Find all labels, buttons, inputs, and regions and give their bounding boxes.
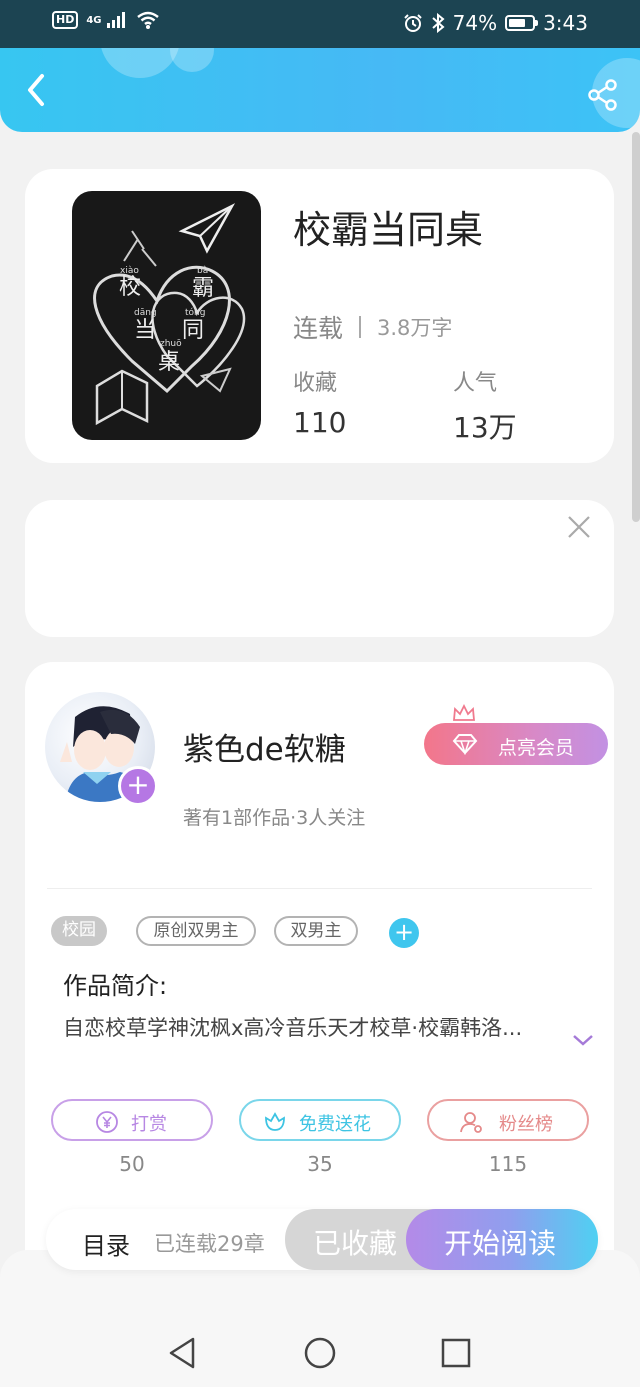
cover-pinyin: tóng bbox=[185, 307, 205, 318]
read-action-bar: 目录 已连载29章 已收藏 开始阅读 bbox=[46, 1209, 598, 1270]
cover-char: 霸 bbox=[192, 276, 214, 301]
cover-pinyin: dāng bbox=[134, 308, 157, 318]
cover-char: 校 bbox=[119, 275, 141, 300]
bluetooth-icon bbox=[431, 13, 445, 33]
tag-campus[interactable]: 校园 bbox=[51, 916, 107, 946]
cover-pinyin: zhuō bbox=[160, 339, 182, 349]
status-bar: HD 4G 74% 3:43 bbox=[0, 0, 640, 48]
author-name[interactable]: 紫色de软糖 bbox=[183, 724, 346, 769]
popularity-value: 13万 bbox=[453, 411, 517, 444]
cover-pinyin: bà bbox=[197, 266, 208, 276]
reward-button[interactable]: 打赏 bbox=[51, 1099, 213, 1141]
book-info-card: xiào 校 bà 霸 dāng 当 tóng 同 zhuō 桌 校霸当同桌 连… bbox=[25, 169, 614, 463]
back-button[interactable] bbox=[18, 68, 58, 112]
author-meta: 著有1部作品·3人关注 bbox=[183, 807, 366, 829]
serial-status: 连载 bbox=[293, 314, 344, 343]
section-divider bbox=[47, 888, 592, 889]
word-count: 3.8万字 bbox=[377, 316, 453, 340]
nav-back-icon[interactable] bbox=[163, 1333, 203, 1373]
toc-button[interactable]: 目录 bbox=[82, 1226, 130, 1261]
cover-art: xiào 校 bà 霸 dāng 当 tóng 同 zhuō 桌 bbox=[93, 203, 246, 426]
reward-label: 打赏 bbox=[131, 1114, 167, 1135]
intro-title: 作品简介: bbox=[63, 972, 168, 1000]
yen-coin-icon bbox=[96, 1111, 118, 1133]
intro-text: 自恋校草学神沈枫x高冷音乐天才校草·校霸韩洛... bbox=[63, 1016, 523, 1040]
decor-bubble bbox=[170, 48, 214, 72]
close-button[interactable] bbox=[564, 512, 594, 542]
fans-ranking-count: 115 bbox=[488, 1152, 528, 1176]
alarm-icon bbox=[403, 14, 422, 32]
crown-icon bbox=[453, 703, 475, 721]
cover-char: 同 bbox=[182, 318, 204, 343]
free-flower-label: 免费送花 bbox=[299, 1114, 371, 1135]
status-right: 74% 3:43 bbox=[403, 11, 588, 35]
nav-recents-icon[interactable] bbox=[436, 1333, 476, 1373]
cover-char: 桌 bbox=[158, 350, 180, 375]
system-nav-bar bbox=[0, 1305, 640, 1387]
favorites-label: 收藏 bbox=[293, 371, 338, 396]
scrollbar[interactable] bbox=[632, 132, 640, 522]
collected-label: 已收藏 bbox=[313, 1227, 398, 1260]
follow-author-button[interactable]: + bbox=[118, 766, 158, 806]
wifi-icon bbox=[136, 11, 159, 29]
status-divider bbox=[359, 316, 362, 338]
fans-ranking-button[interactable]: 粉丝榜 bbox=[427, 1099, 589, 1141]
network-label: 4G bbox=[86, 14, 102, 26]
chapter-count: 已连载29章 bbox=[154, 1232, 265, 1256]
start-reading-label: 开始阅读 bbox=[444, 1227, 557, 1260]
book-title: 校霸当同桌 bbox=[293, 208, 484, 252]
fans-ranking-label: 粉丝榜 bbox=[499, 1114, 553, 1135]
battery-icon bbox=[505, 15, 539, 31]
share-button[interactable] bbox=[586, 78, 620, 112]
header-bar bbox=[0, 48, 640, 132]
vip-button-label: 点亮会员 bbox=[498, 737, 575, 759]
chevron-down-icon[interactable] bbox=[571, 1030, 595, 1050]
start-reading-button[interactable]: 开始阅读 bbox=[406, 1209, 598, 1270]
free-flower-count: 35 bbox=[307, 1152, 333, 1176]
diamond-icon bbox=[452, 734, 478, 755]
ad-card bbox=[25, 500, 614, 637]
cover-char: 当 bbox=[134, 318, 156, 343]
free-flower-button[interactable]: 免费送花 bbox=[239, 1099, 401, 1141]
person-icon bbox=[460, 1112, 482, 1133]
clock: 3:43 bbox=[543, 11, 588, 35]
book-status-row: 连载 3.8万字 bbox=[293, 309, 452, 345]
popularity-label: 人气 bbox=[453, 371, 498, 396]
flower-icon bbox=[265, 1112, 285, 1131]
nav-home-icon[interactable] bbox=[300, 1333, 340, 1373]
decor-bubble bbox=[100, 48, 180, 78]
tag-original-bl[interactable]: 原创双男主 bbox=[136, 916, 256, 946]
favorites-value: 110 bbox=[293, 406, 347, 439]
hd-badge: HD bbox=[52, 11, 79, 29]
tag-bl[interactable]: 双男主 bbox=[274, 916, 358, 946]
vip-membership-button[interactable]: 点亮会员 bbox=[424, 723, 608, 765]
signal-icon bbox=[106, 12, 125, 28]
add-tag-button[interactable]: + bbox=[389, 918, 419, 948]
reward-count: 50 bbox=[119, 1152, 145, 1176]
book-cover[interactable]: xiào 校 bà 霸 dāng 当 tóng 同 zhuō 桌 bbox=[72, 191, 261, 440]
battery-percent: 74% bbox=[452, 11, 498, 35]
status-left: HD 4G bbox=[52, 10, 160, 30]
